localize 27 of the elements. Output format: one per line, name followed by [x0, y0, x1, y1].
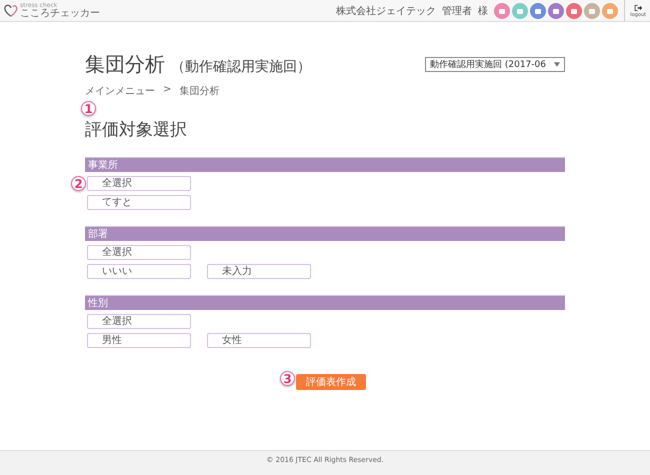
- group-header: 部署: [85, 226, 565, 241]
- step-marker: 1: [81, 101, 96, 116]
- section-title: 評価対象選択: [85, 119, 188, 141]
- breadcrumb-item: 集団分析: [179, 84, 220, 98]
- select-all-toggle[interactable]: 全選択: [87, 176, 191, 191]
- exit-icon: [634, 4, 643, 12]
- page-title: 集団分析 （動作確認用実施回）: [85, 51, 311, 78]
- option-toggle[interactable]: いいい: [87, 264, 191, 279]
- honorific: 様: [478, 4, 488, 18]
- option-toggle[interactable]: てすと: [87, 195, 191, 210]
- step-marker: 2: [71, 176, 86, 191]
- period-dropdown[interactable]: 動作確認用実施回 (2017-06: [425, 57, 565, 72]
- user-name: 管理者: [442, 4, 472, 18]
- option-toggle[interactable]: 未入力: [207, 264, 311, 279]
- select-all-toggle[interactable]: 全選択: [87, 245, 191, 260]
- heart-icon: [4, 4, 18, 18]
- select-all-toggle[interactable]: 全選択: [87, 314, 191, 329]
- caret-icon: [554, 62, 560, 67]
- company-name: 株式会社ジェイテック: [336, 4, 436, 18]
- option-toggle[interactable]: 男性: [87, 333, 191, 348]
- logo-text: こころチェッカー: [20, 8, 100, 18]
- step-marker: 3: [280, 371, 295, 386]
- breadcrumb-separator: >: [163, 84, 172, 97]
- group-header: 性別: [85, 295, 565, 310]
- breadcrumb-item[interactable]: メインメニュー: [85, 84, 155, 98]
- group-header: 事業所: [85, 157, 565, 172]
- option-toggle[interactable]: 女性: [207, 333, 311, 348]
